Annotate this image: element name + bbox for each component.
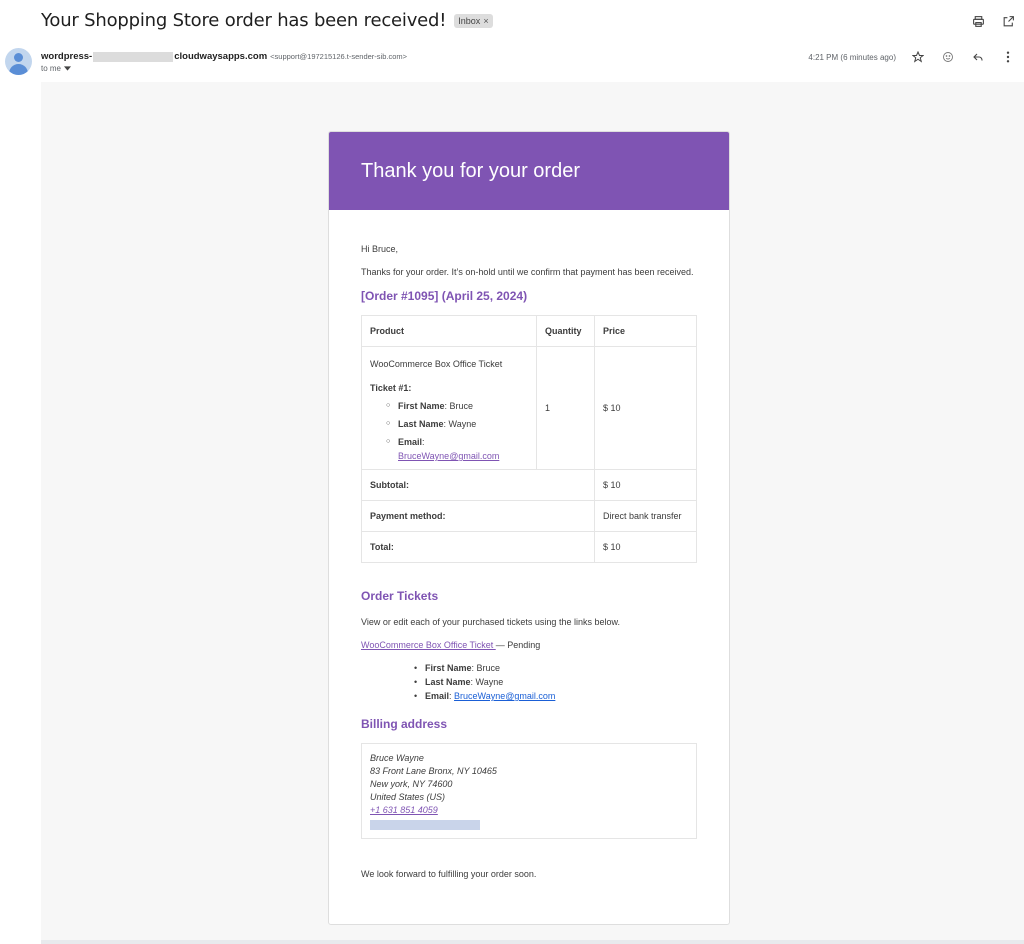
billing-name: Bruce Wayne — [370, 753, 424, 763]
sender-name-prefix[interactable]: wordpress- — [41, 51, 92, 62]
thread-actions — [970, 13, 1016, 29]
field-value: Wayne — [448, 419, 477, 429]
field-value: Wayne — [475, 677, 504, 687]
subtotal-value: $ 10 — [594, 469, 697, 501]
ticket-status: — Pending — [495, 640, 541, 650]
field-label: Email — [425, 691, 450, 701]
billing-line2: New york, NY 74600 — [370, 779, 453, 789]
field-value: Bruce — [449, 401, 474, 411]
bottom-divider — [41, 940, 1024, 944]
sender-line: wordpress- cloudwaysapps.com <support@19… — [41, 51, 407, 62]
message-time: 4:21 PM (6 minutes ago) — [808, 52, 896, 62]
total-value: $ 10 — [594, 531, 697, 563]
ticket-label: Ticket #1: — [370, 383, 412, 393]
ticket-link-line: WooCommerce Box Office Ticket — Pending — [361, 638, 697, 652]
quantity-cell: 1 — [536, 346, 595, 470]
sender-avatar[interactable] — [5, 48, 32, 75]
subtotal-label: Subtotal: — [361, 469, 595, 501]
billing-country: United States (US) — [370, 792, 446, 802]
billing-line1: 83 Front Lane Bronx, NY 10465 — [370, 766, 497, 776]
order-tickets-heading: Order Tickets — [361, 589, 439, 603]
table-row: Subtotal: $ 10 — [361, 469, 697, 501]
inbox-label-chip[interactable]: Inbox × — [454, 13, 493, 28]
column-header-price: Price — [594, 315, 697, 347]
ticket-link[interactable]: WooCommerce Box Office Ticket — [361, 640, 496, 650]
column-header-product: Product — [361, 315, 537, 347]
greeting: Hi Bruce, — [361, 244, 399, 254]
list-item: Email: BruceWayne@gmail.com — [386, 435, 528, 463]
email-content: Hi Bruce, Thanks for your order. It’s on… — [329, 210, 729, 881]
email-link[interactable]: BruceWayne@gmail.com — [454, 691, 555, 701]
reply-icon[interactable] — [970, 49, 986, 65]
billing-address-heading: Billing address — [361, 717, 448, 731]
redacted-block — [370, 820, 480, 830]
order-heading: [Order #1095] (April 25, 2024) — [361, 289, 528, 303]
closing-text: We look forward to fulfilling your order… — [361, 869, 537, 879]
recipient-text: to me — [41, 64, 62, 73]
intro-text: Thanks for your order. It’s on-hold unti… — [361, 267, 694, 277]
subject-row: Your Shopping Store order has been recei… — [41, 10, 493, 31]
hero-title: Thank you for your order — [361, 159, 580, 182]
table-row: Total: $ 10 — [361, 531, 697, 563]
field-label: First Name — [425, 663, 472, 673]
chevron-down-icon[interactable] — [64, 66, 72, 71]
remove-label-icon[interactable]: × — [483, 16, 488, 26]
table-header-row: Product Quantity Price — [361, 315, 697, 347]
recipient-details[interactable]: to me — [41, 64, 72, 73]
payment-method-label: Payment method: — [361, 500, 595, 532]
email-hero-banner: Thank you for your order — [329, 132, 729, 210]
list-item: First Name: Bruce — [414, 661, 697, 675]
order-table: Product Quantity Price WooCommerce Box O… — [361, 315, 697, 563]
star-icon[interactable] — [910, 49, 926, 65]
email-subject: Your Shopping Store order has been recei… — [41, 10, 447, 31]
emoji-icon[interactable] — [940, 49, 956, 65]
field-label: Email — [398, 437, 423, 447]
ticket-email-link[interactable]: BruceWayne@gmail.com — [398, 451, 499, 461]
total-label: Total: — [361, 531, 595, 563]
tickets-intro: View or edit each of your purchased tick… — [361, 617, 620, 627]
open-in-new-window-icon[interactable] — [1000, 13, 1016, 29]
sender-name-suffix[interactable]: cloudwaysapps.com — [174, 51, 267, 62]
product-cell: WooCommerce Box Office Ticket Ticket #1:… — [361, 346, 537, 470]
field-label: First Name — [398, 401, 445, 411]
field-value: Bruce — [476, 663, 501, 673]
list-item: First Name: Bruce — [386, 399, 528, 413]
list-item: Last Name: Wayne — [386, 417, 528, 431]
sender-email: <support@197215126.t-sender-sib.com> — [270, 52, 408, 61]
column-header-quantity: Quantity — [536, 315, 595, 347]
ticket-details-list: First Name: Bruce Last Name: Wayne Email… — [361, 661, 697, 703]
ticket-field-list: First Name: Bruce Last Name: Wayne Email… — [370, 399, 528, 463]
order-email-card: Thank you for your order Hi Bruce, Thank… — [328, 131, 730, 925]
avatar-head — [14, 53, 23, 62]
more-vert-icon[interactable] — [1000, 49, 1016, 65]
product-name: WooCommerce Box Office Ticket — [370, 359, 503, 369]
billing-phone-link[interactable]: +1 631 851 4059 — [370, 804, 688, 817]
table-row: WooCommerce Box Office Ticket Ticket #1:… — [361, 346, 697, 470]
field-label: Last Name — [425, 677, 471, 687]
list-item: Email: BruceWayne@gmail.com — [414, 689, 697, 703]
message-meta: 4:21 PM (6 minutes ago) — [808, 49, 1016, 65]
redacted-block — [93, 51, 174, 62]
field-label: Last Name — [398, 419, 444, 429]
billing-address-box: Bruce Wayne 83 Front Lane Bronx, NY 1046… — [361, 743, 697, 839]
table-row: Payment method: Direct bank transfer — [361, 500, 697, 532]
payment-method-value: Direct bank transfer — [594, 500, 697, 532]
list-item: Last Name: Wayne — [414, 675, 697, 689]
price-cell: $ 10 — [594, 346, 697, 470]
avatar-body — [9, 64, 28, 75]
inbox-label-text: Inbox — [458, 15, 481, 26]
print-icon[interactable] — [970, 13, 986, 29]
